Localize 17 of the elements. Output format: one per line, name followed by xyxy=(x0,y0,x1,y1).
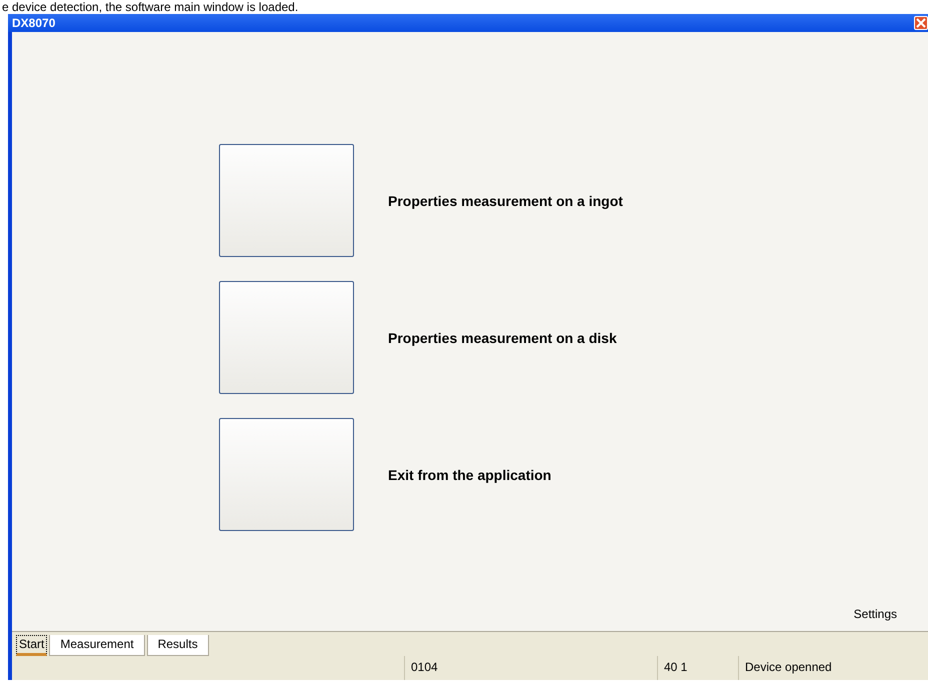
status-panel: Device openned xyxy=(738,656,928,680)
close-button[interactable] xyxy=(914,16,928,30)
action-button[interactable] xyxy=(219,281,354,394)
status-panel: 0104 xyxy=(404,656,657,680)
window-title: DX8070 xyxy=(12,16,56,30)
tab[interactable]: Results xyxy=(146,635,209,656)
action-label: Exit from the application xyxy=(388,466,552,482)
settings-link[interactable]: Settings xyxy=(854,607,897,621)
action-button[interactable] xyxy=(219,418,354,531)
close-icon xyxy=(916,18,926,28)
tab[interactable]: Measurement xyxy=(49,635,145,656)
action-label: Properties measurement on a disk xyxy=(388,330,617,346)
action-label: Properties measurement on a ingot xyxy=(388,192,623,208)
tab[interactable]: Start xyxy=(16,635,48,656)
status-panel: 40 1 xyxy=(657,656,738,680)
caption-text: e device detection, the software main window is loaded. xyxy=(1,0,300,14)
action-button[interactable] xyxy=(219,144,354,257)
